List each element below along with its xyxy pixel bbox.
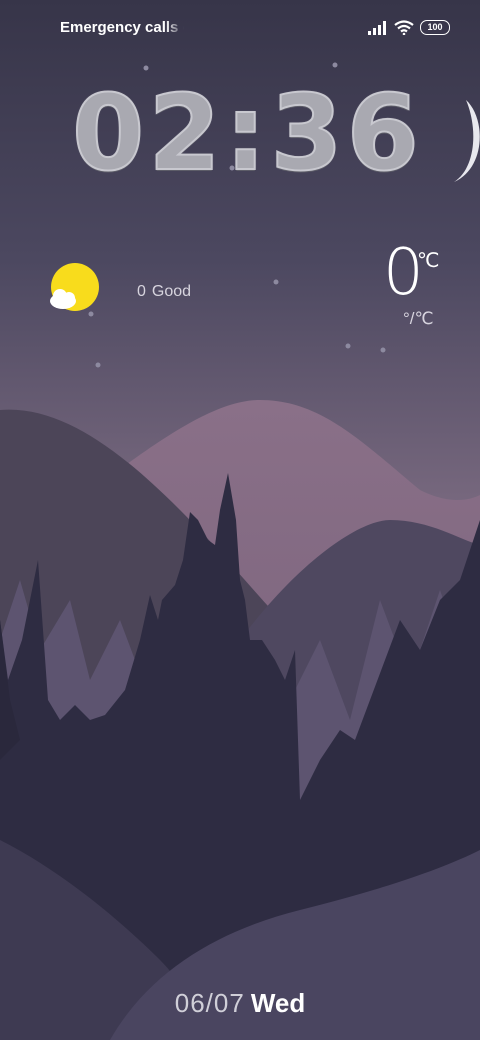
aqi-label: Good — [151, 283, 192, 300]
wifi-icon — [394, 20, 414, 35]
crescent-moon-icon — [454, 100, 480, 182]
lockscreen-date: 06/07 Wed — [0, 988, 480, 1019]
carrier-text: Emergency calls o — [60, 19, 184, 36]
weekday-text: Wed — [250, 988, 306, 1018]
date-text: 06/07 — [174, 988, 245, 1018]
lockscreen-clock: 02:36 — [71, 71, 420, 195]
temperature-unit: ℃ — [417, 250, 440, 272]
battery-indicator: 100 — [420, 20, 450, 35]
temperature-range: °/℃ — [403, 309, 434, 328]
aqi-value: 0 — [137, 283, 146, 300]
signal-bars-icon — [368, 20, 386, 35]
clock-time: 02:36 — [71, 71, 424, 195]
status-bar: Emergency calls o 100 — [0, 0, 480, 56]
status-icons: 100 — [368, 20, 450, 35]
air-quality: 0 Good — [137, 283, 197, 301]
